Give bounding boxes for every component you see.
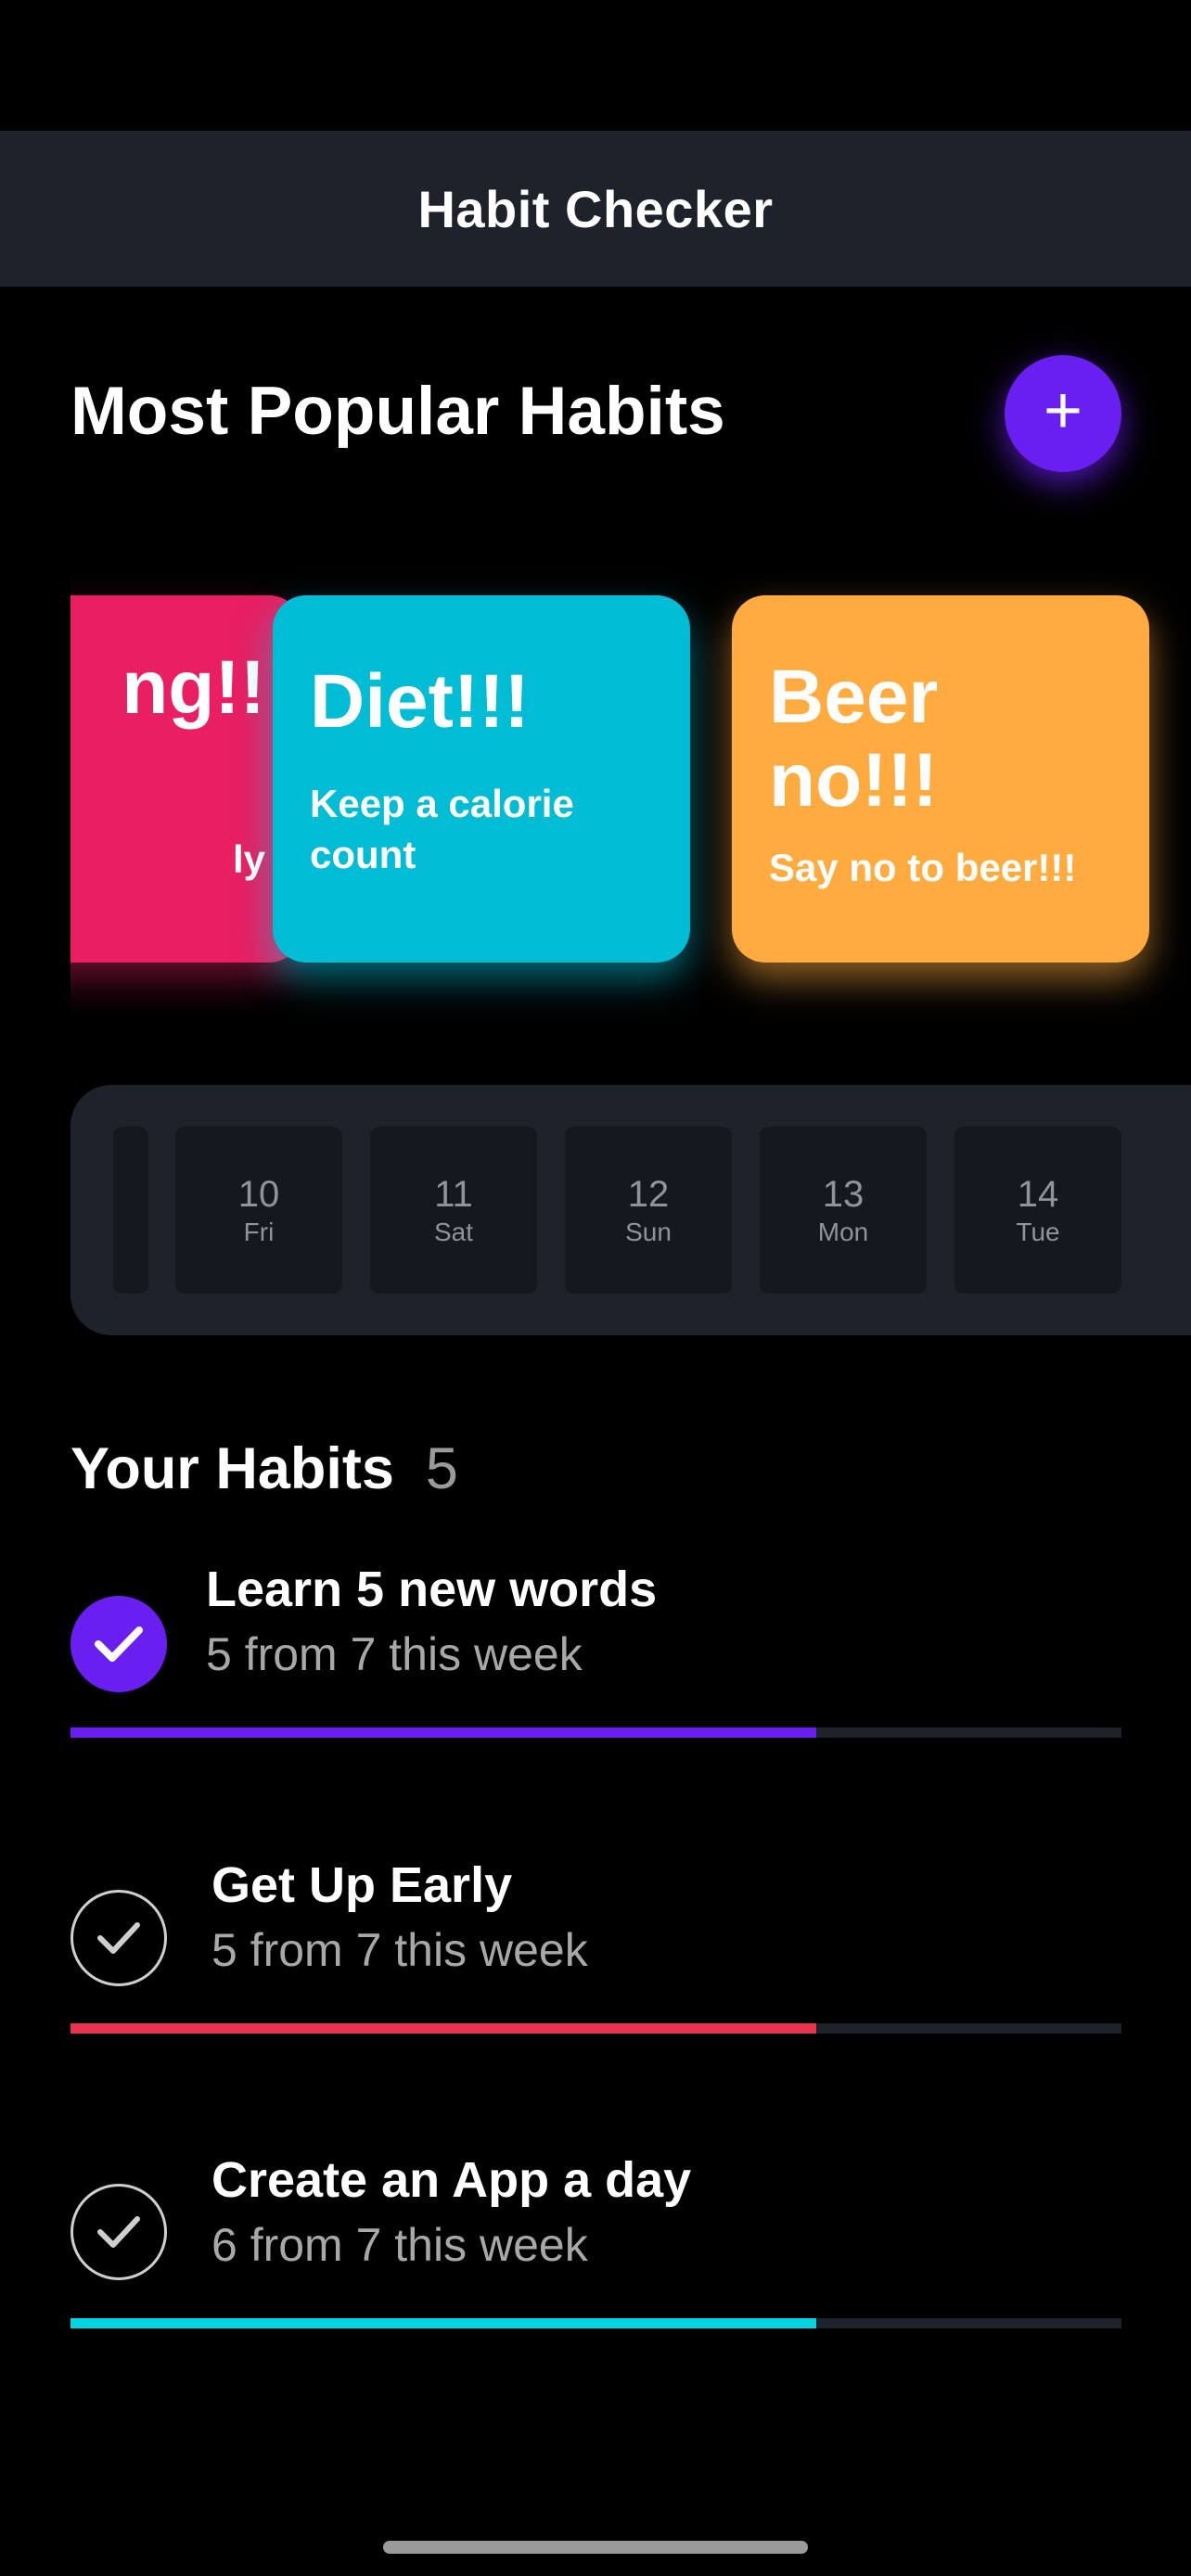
habit-progress-text: 6 from 7 this week	[211, 2219, 588, 2271]
habit-row[interactable]: Create an App a day 6 from 7 this week	[70, 2151, 1121, 2337]
date-selector[interactable]: 10 Fri 11 Sat 12 Sun 13 Mon 14 Tue	[70, 1085, 1191, 1335]
date-number: 12	[627, 1173, 670, 1215]
date-number: 10	[237, 1173, 280, 1215]
date-cell[interactable]: 14 Tue	[954, 1127, 1121, 1294]
habit-card[interactable]: ng!! ly	[70, 595, 302, 963]
habit-progress-text: 5 from 7 this week	[206, 1628, 583, 1680]
date-cell[interactable]: 12 Sun	[565, 1127, 732, 1294]
plus-icon: +	[1043, 374, 1083, 448]
section-title-popular: Most Popular Habits	[70, 374, 725, 449]
habit-row[interactable]: Learn 5 new words 5 from 7 this week	[70, 1561, 1121, 1746]
home-indicator	[383, 2541, 808, 2554]
date-cell[interactable]: 10 Fri	[175, 1127, 342, 1294]
date-cell[interactable]: 11 Sat	[370, 1127, 537, 1294]
habit-card-title: Diet!!!	[310, 659, 530, 744]
check-icon[interactable]	[70, 2184, 167, 2280]
check-icon[interactable]	[70, 1596, 167, 1692]
date-number: 13	[822, 1173, 864, 1215]
habit-card-title: Beer no!!!	[769, 655, 939, 823]
habit-card-description: ly	[232, 837, 265, 881]
popular-habits-carousel[interactable]: ng!! ly Diet!!! Keep a calorie count Bee…	[70, 556, 1191, 1020]
section-title-your-habits: Your Habits	[70, 1436, 394, 1501]
habit-name: Learn 5 new words	[206, 1562, 658, 1617]
status-bar	[0, 0, 1191, 131]
date-cell[interactable]: 13 Mon	[760, 1127, 927, 1294]
habit-card-description: Say no to beer!!!	[769, 846, 1077, 890]
habit-progress-fill	[70, 2318, 817, 2328]
habit-progress-fill	[70, 1728, 817, 1738]
date-cell-partial[interactable]	[113, 1127, 148, 1294]
date-weekday: Fri	[243, 1217, 275, 1246]
nav-bar: Habit Checker	[0, 131, 1191, 287]
app-title: Habit Checker	[417, 179, 774, 238]
habit-progress-bar	[70, 1728, 1121, 1738]
date-weekday: Mon	[817, 1217, 869, 1246]
habit-card-description: Keep a calorie count	[310, 782, 574, 876]
date-weekday: Sat	[433, 1217, 474, 1246]
add-habit-button[interactable]: +	[1005, 355, 1121, 472]
habit-progress-fill	[70, 2023, 817, 2034]
habit-card-title: ng!!	[122, 645, 265, 730]
date-weekday: Tue	[1016, 1217, 1060, 1246]
habits-header: Your Habits 5	[70, 1435, 458, 1502]
date-number: 11	[434, 1173, 473, 1215]
habit-name: Get Up Early	[211, 1857, 513, 1913]
habit-row[interactable]: Get Up Early 5 from 7 this week	[70, 1856, 1121, 2042]
habit-name: Create an App a day	[211, 2152, 692, 2208]
date-weekday: Sun	[625, 1217, 672, 1246]
habit-progress-text: 5 from 7 this week	[211, 1924, 588, 1976]
date-number: 14	[1017, 1173, 1059, 1215]
habit-card[interactable]: Beer no!!! Say no to beer!!!	[732, 595, 1149, 963]
habit-card[interactable]: Diet!!! Keep a calorie count	[273, 595, 690, 963]
habits-count: 5	[425, 1436, 458, 1501]
habit-progress-bar	[70, 2318, 1121, 2328]
habit-progress-bar	[70, 2023, 1121, 2034]
check-icon[interactable]	[70, 1890, 167, 1986]
